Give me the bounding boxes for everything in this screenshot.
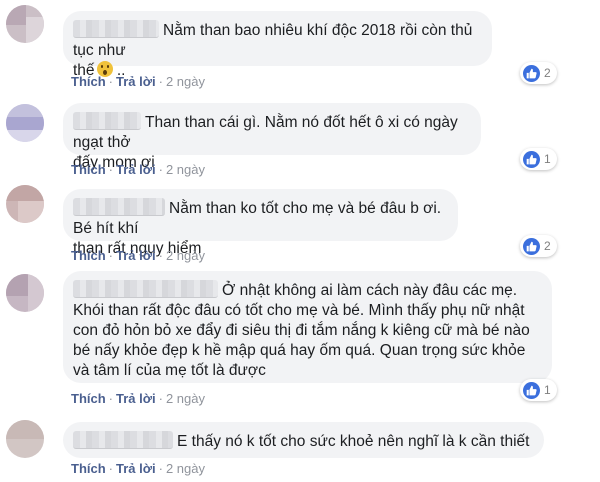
comment-actions: Thích · Trả lời · 2 ngày [71,248,205,263]
avatar[interactable] [6,5,44,43]
reaction-count[interactable]: 2 [520,62,557,84]
comment-bubble: Than than cái gì. Nằm nó đốt hết ô xi có… [63,103,481,171]
commenter-name[interactable] [73,20,159,38]
like-link[interactable]: Thích [71,162,106,177]
reply-link[interactable]: Trả lời [116,461,156,476]
reaction-number: 2 [544,239,551,253]
reply-link[interactable]: Trả lời [116,391,156,406]
avatar[interactable] [6,185,44,223]
reply-link[interactable]: Trả lời [116,162,156,177]
avatar[interactable] [6,420,44,458]
commenter-name[interactable] [73,431,173,449]
thumbs-up-icon [523,237,540,255]
commenter-name[interactable] [73,112,141,130]
reaction-number: 1 [544,152,551,166]
comment-bubble: Nằm than ko tốt cho mẹ và bé đâu b ơi. B… [63,189,458,257]
timestamp[interactable]: 2 ngày [166,248,205,263]
comment-text: E thấy nó k tốt cho sức khoẻ nên nghĩ là… [177,433,530,450]
thumbs-up-icon [523,64,540,82]
comment-bubble: E thấy nó k tốt cho sức khoẻ nên nghĩ là… [63,422,544,458]
thumbs-up-icon [523,381,540,399]
timestamp[interactable]: 2 ngày [166,74,205,89]
avatar[interactable] [6,274,44,312]
comment-actions: Thích · Trả lời · 2 ngày [71,162,205,177]
like-link[interactable]: Thích [71,391,106,406]
reaction-count[interactable]: 1 [520,148,557,170]
reply-link[interactable]: Trả lời [116,248,156,263]
comment-bubble: Ở nhật không ai làm cách này đâu các mẹ.… [63,271,552,383]
thumbs-up-icon [523,150,540,168]
reaction-number: 1 [544,383,551,397]
reaction-count[interactable]: 1 [520,379,557,401]
commenter-name[interactable] [73,198,165,216]
reaction-count[interactable]: 2 [520,235,557,257]
reaction-number: 2 [544,66,551,80]
comment-actions: Thích · Trả lời · 2 ngày [71,391,205,406]
like-link[interactable]: Thích [71,461,106,476]
comment-actions: Thích · Trả lời · 2 ngày [71,461,205,476]
like-link[interactable]: Thích [71,248,106,263]
comment-actions: Thích · Trả lời · 2 ngày [71,74,205,89]
timestamp[interactable]: 2 ngày [166,461,205,476]
timestamp[interactable]: 2 ngày [166,391,205,406]
avatar[interactable] [6,104,44,142]
commenter-name[interactable] [73,280,218,298]
timestamp[interactable]: 2 ngày [166,162,205,177]
like-link[interactable]: Thích [71,74,106,89]
comment-bubble: Nằm than bao nhiêu khí độc 2018 rồi còn … [63,11,492,79]
reply-link[interactable]: Trả lời [116,74,156,89]
